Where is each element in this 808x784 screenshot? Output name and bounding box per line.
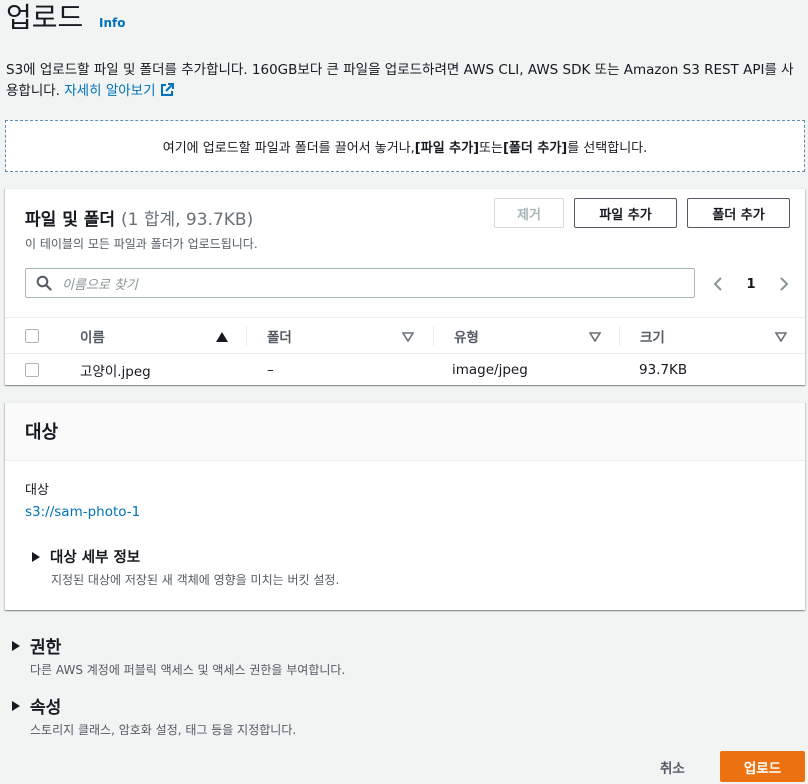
expand-caret-icon — [12, 640, 20, 651]
dropzone-text-before: 여기에 업로드할 파일과 폴더를 끌어서 놓거나, — [162, 140, 415, 156]
dropzone-add-folder-ref: [폴더 추가] — [502, 140, 568, 156]
upload-button[interactable]: 업로드 — [720, 751, 805, 782]
select-all-checkbox[interactable] — [25, 329, 39, 343]
destination-panel: 대상 대상 s3://sam-photo-1 대상 세부 정보 지정된 대상에 … — [5, 402, 805, 610]
destination-path-link[interactable]: s3://sam-photo-1 — [25, 504, 140, 520]
permissions-expander[interactable]: 권한 — [11, 633, 61, 658]
row-checkbox[interactable] — [25, 363, 39, 377]
search-input[interactable]: 이름으로 찾기 — [25, 268, 695, 298]
destination-details-expander[interactable]: 대상 세부 정보 — [31, 546, 140, 567]
column-header-name[interactable]: 이름 — [80, 318, 105, 354]
drop-zone[interactable]: 여기에 업로드할 파일과 폴더를 끌어서 놓거나, [파일 추가] 또는 [폴더… — [5, 120, 805, 172]
column-separator — [246, 326, 247, 346]
search-icon — [36, 275, 52, 291]
dropzone-text-middle: 또는 — [479, 140, 503, 156]
destination-header: 대상 — [5, 403, 805, 461]
expand-caret-icon — [32, 551, 40, 562]
learn-more-label: 자세히 알아보기 — [64, 83, 156, 99]
page-number[interactable]: 1 — [746, 277, 755, 292]
external-link-icon — [160, 83, 174, 96]
column-separator — [433, 326, 434, 346]
destination-details-desc: 지정된 대상에 저장된 새 객체에 영향을 미치는 버킷 설정. — [51, 573, 340, 587]
permissions-desc: 다른 AWS 계정에 퍼블릭 액세스 및 액세스 권한을 부여합니다. — [30, 663, 346, 677]
add-folder-button[interactable]: 폴더 추가 — [687, 198, 790, 228]
table-header: 이름 폴더 유형 크기 — [5, 317, 805, 354]
sort-caret-icon[interactable] — [402, 332, 414, 342]
page-title: 업로드 — [6, 1, 84, 34]
column-header-type[interactable]: 유형 — [454, 318, 479, 354]
destination-details-title: 대상 세부 정보 — [50, 550, 141, 566]
files-and-folders-panel: 파일 및 폴더 (1 합계, 93.7KB) 이 테이블의 모든 파일과 폴더가… — [5, 188, 805, 385]
search-placeholder: 이름으로 찾기 — [62, 277, 138, 293]
table-row[interactable]: 고양이.jpeg – image/jpeg 93.7KB — [5, 354, 805, 386]
column-header-folder[interactable]: 폴더 — [267, 318, 292, 354]
properties-desc: 스토리지 클래스, 암호화 설정, 태그 등을 지정합니다. — [30, 723, 297, 737]
sort-caret-icon[interactable] — [775, 332, 787, 342]
properties-title: 속성 — [30, 698, 62, 718]
chevron-right-icon[interactable] — [777, 276, 791, 292]
sort-ascending-icon[interactable] — [216, 332, 228, 342]
cell-folder: – — [267, 362, 274, 378]
remove-button[interactable]: 제거 — [494, 198, 564, 228]
destination-label: 대상 — [25, 483, 49, 498]
sort-caret-icon[interactable] — [589, 332, 601, 342]
column-header-size[interactable]: 크기 — [640, 318, 665, 354]
permissions-title: 권한 — [30, 638, 62, 658]
cell-type: image/jpeg — [452, 362, 528, 378]
files-panel-title-text: 파일 및 폴더 — [25, 210, 116, 230]
cell-name: 고양이.jpeg — [80, 364, 151, 380]
files-panel-title: 파일 및 폴더 (1 합계, 93.7KB) — [25, 205, 253, 230]
files-panel-subtitle: 이 테이블의 모든 파일과 폴더가 업로드됩니다. — [25, 237, 258, 251]
add-files-button[interactable]: 파일 추가 — [574, 198, 677, 228]
files-panel-count: (1 합계, 93.7KB) — [120, 210, 254, 230]
pagination: 1 — [711, 273, 791, 295]
info-link[interactable]: Info — [99, 16, 125, 30]
destination-title: 대상 — [25, 422, 59, 443]
learn-more-link[interactable]: 자세히 알아보기 — [64, 83, 174, 99]
chevron-left-icon[interactable] — [711, 276, 725, 292]
cell-size: 93.7KB — [639, 362, 688, 378]
dropzone-add-files-ref: [파일 추가] — [414, 140, 480, 156]
cancel-button[interactable]: 취소 — [660, 757, 685, 777]
properties-expander[interactable]: 속성 — [11, 693, 61, 718]
expand-caret-icon — [12, 700, 20, 711]
page-description: S3에 업로드할 파일 및 폴더를 추가합니다. 160GB보다 큰 파일을 업… — [6, 60, 802, 102]
dropzone-text-after: 를 선택합니다. — [567, 140, 648, 156]
column-separator — [619, 326, 620, 346]
